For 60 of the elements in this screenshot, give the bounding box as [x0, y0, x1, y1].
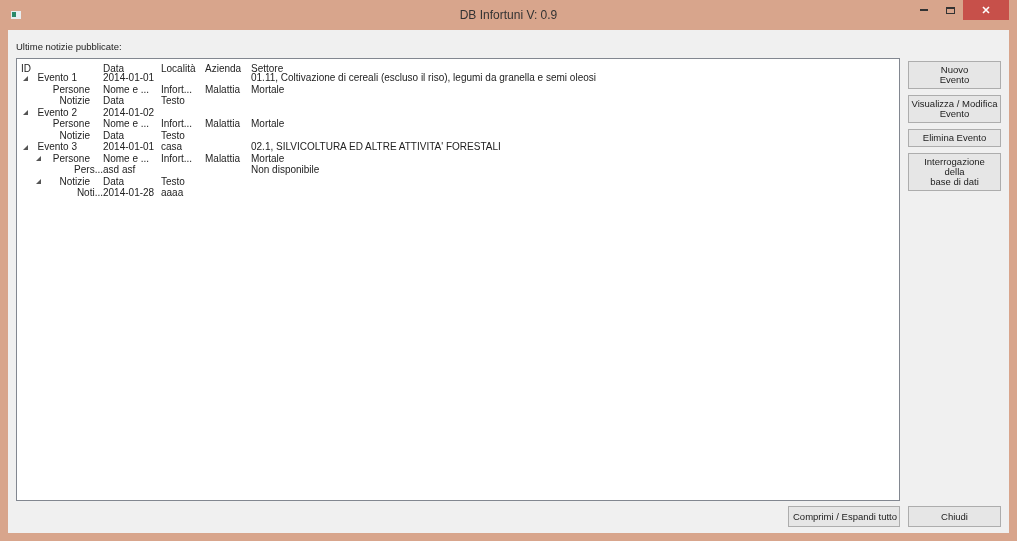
- tree-cell: Infort...: [161, 84, 193, 95]
- tree-cell: 2014-01-28: [103, 188, 155, 199]
- tree-cell: Mortale: [251, 119, 285, 130]
- tree-cell: Testo: [161, 96, 185, 107]
- tree-cell[interactable]: Evento 3: [31, 142, 77, 153]
- collapse-arrow-icon[interactable]: [23, 75, 28, 81]
- column-header[interactable]: Azienda: [205, 62, 242, 74]
- tree-cell: casa: [161, 142, 183, 153]
- tree-cell: Data: [103, 130, 125, 141]
- tree-cell: Mortale: [251, 153, 285, 164]
- side-button[interactable]: Interrogazione della base di dati: [908, 152, 1001, 191]
- tree-cell[interactable]: Evento 2: [31, 107, 77, 118]
- tree-cell: Data: [103, 176, 125, 187]
- tree-cell: Infort...: [161, 119, 193, 130]
- list-label: Ultime notizie pubblicate:: [16, 42, 123, 52]
- expand-collapse-button[interactable]: Comprimi / Espandi tutto: [788, 506, 900, 527]
- tree-cell: Malattia: [205, 84, 240, 95]
- tree-cell: 2014-01-02: [103, 107, 155, 118]
- tree-cell[interactable]: Notizie: [44, 96, 90, 107]
- tree-cell: Nome e ...: [103, 119, 150, 130]
- close-icon: [982, 6, 990, 14]
- tree-cell: Malattia: [205, 119, 240, 130]
- tree-cell: asd asf: [103, 165, 136, 176]
- tree-cell: Non disponibile: [251, 165, 320, 176]
- tree-cell: 02.1, SILVICOLTURA ED ALTRE ATTIVITA' FORESTALI: [251, 142, 501, 153]
- tree-cell: Testo: [161, 176, 185, 187]
- side-button[interactable]: Visualizza / Modifica Evento: [908, 94, 1001, 123]
- tree-cell[interactable]: Pers...: [57, 165, 103, 176]
- collapse-arrow-icon[interactable]: [23, 144, 28, 150]
- tree-cell: Infort...: [161, 153, 193, 164]
- close-button[interactable]: [963, 0, 1009, 20]
- tree-cell: Mortale: [251, 84, 285, 95]
- tree-cell: Testo: [161, 130, 185, 141]
- tree-cell: Nome e ...: [103, 84, 150, 95]
- app-icon: [11, 11, 21, 19]
- column-header[interactable]: Località: [161, 62, 196, 74]
- column-header[interactable]: Data: [103, 62, 125, 74]
- tree-cell[interactable]: Persone: [44, 119, 90, 130]
- tree-cell: 01.11, Coltivazione di cereali (escluso il riso), legumi da granella e semi oleosi: [251, 73, 596, 84]
- column-header[interactable]: ID: [21, 62, 31, 74]
- side-button[interactable]: Nuovo Evento: [908, 60, 1001, 89]
- tree-cell[interactable]: Notizie: [44, 130, 90, 141]
- tree-cell[interactable]: Notizie: [44, 176, 90, 187]
- tree-cell: 2014-01-01: [103, 73, 155, 84]
- tree-cell: Data: [103, 96, 125, 107]
- close-dialog-button[interactable]: Chiudi: [908, 506, 1001, 527]
- tree-cell: aaaa: [161, 188, 184, 199]
- tree-cell: Malattia: [205, 153, 240, 164]
- side-button[interactable]: Elimina Evento: [908, 128, 1001, 147]
- tree-cell[interactable]: Evento 1: [31, 73, 77, 84]
- collapse-arrow-icon[interactable]: [23, 110, 28, 116]
- collapse-arrow-icon[interactable]: [36, 156, 41, 162]
- column-header[interactable]: Settore: [251, 62, 284, 74]
- tree-cell[interactable]: Persone: [44, 84, 90, 95]
- window-title: DB Infortuni V: 0.9: [459, 7, 558, 24]
- tree-cell: 2014-01-01: [103, 142, 155, 153]
- tree-cell[interactable]: Noti...: [57, 188, 103, 199]
- collapse-arrow-icon[interactable]: [36, 179, 41, 185]
- tree-cell: Nome e ...: [103, 153, 150, 164]
- tree-cell[interactable]: Persone: [44, 153, 90, 164]
